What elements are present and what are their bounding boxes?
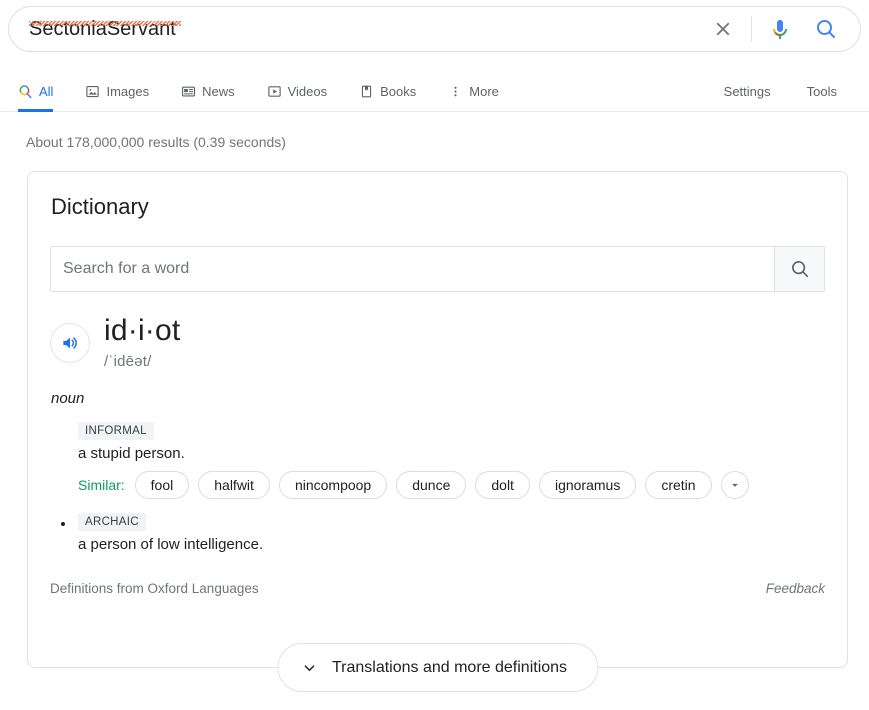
pronunciation-audio-button[interactable] (50, 323, 90, 363)
tab-books[interactable]: Books (343, 84, 432, 111)
search-bar[interactable]: SectoniaServant (8, 6, 861, 52)
definitions-source: Definitions from Oxford Languages (50, 581, 259, 596)
definition-item: INFORMAL a stupid person. Similar: fool … (50, 421, 825, 499)
search-nav-right: Settings Tools (710, 84, 851, 111)
similar-words-row: Similar: fool halfwit nincompoop dunce d… (78, 471, 825, 499)
dictionary-search-button[interactable] (774, 247, 824, 291)
similar-word-chip[interactable]: fool (134, 471, 190, 499)
book-icon (359, 84, 374, 99)
dictionary-card: Dictionary id·i·ot /ˈidēət/ noun INFORMA… (27, 171, 848, 692)
dictionary-title: Dictionary (51, 194, 149, 219)
more-vertical-icon (448, 84, 463, 99)
tab-books-label: Books (380, 84, 417, 99)
settings-button[interactable]: Settings (710, 84, 785, 99)
microphone-icon (773, 20, 787, 39)
similar-label: Similar: (78, 477, 125, 493)
dictionary-search-input[interactable] (51, 247, 774, 291)
news-icon (181, 84, 196, 99)
tab-news[interactable]: News (165, 84, 251, 111)
headword-row: id·i·ot /ˈidēət/ (50, 314, 825, 370)
headword-block: id·i·ot /ˈidēət/ (104, 314, 180, 370)
search-nav-bar: All Images News Videos Books More Settin… (0, 68, 869, 112)
search-icon (791, 261, 808, 278)
chevron-down-icon (304, 664, 314, 671)
dictionary-search[interactable] (50, 246, 825, 292)
google-search-icon (18, 84, 33, 99)
dictionary-footer: Definitions from Oxford Languages Feedba… (50, 581, 825, 596)
similar-word-chip[interactable]: cretin (645, 471, 712, 499)
search-bar-region: SectoniaServant (0, 0, 869, 52)
definition-item: ARCHAIC a person of low intelligence. (50, 512, 825, 553)
feedback-link[interactable]: Feedback (766, 581, 825, 596)
search-submit-button[interactable] (804, 7, 848, 51)
usage-label-badge: INFORMAL (78, 422, 154, 440)
result-stats: About 178,000,000 results (0.39 seconds) (26, 134, 286, 150)
show-more-similar-button[interactable] (720, 471, 749, 499)
speaker-icon (63, 337, 77, 349)
image-icon (85, 84, 100, 99)
phonetic-spelling: /ˈidēət/ (104, 353, 152, 370)
similar-word-chip[interactable]: ignoramus (538, 471, 637, 499)
tab-videos[interactable]: Videos (251, 84, 344, 111)
tab-news-label: News (202, 84, 235, 99)
headword: id·i·ot (104, 314, 181, 347)
clear-search-button[interactable] (701, 7, 745, 51)
search-input[interactable]: SectoniaServant (9, 18, 701, 40)
definition-list: INFORMAL a stupid person. Similar: fool … (50, 421, 825, 553)
close-icon (716, 22, 730, 36)
tab-all[interactable]: All (18, 84, 69, 112)
voice-search-button[interactable] (758, 7, 802, 51)
part-of-speech: noun (51, 390, 85, 407)
similar-word-chip[interactable]: dunce (396, 471, 467, 499)
definition-text: a person of low intelligence. (78, 536, 264, 553)
search-icon (817, 19, 835, 38)
usage-label-badge: ARCHAIC (78, 513, 146, 531)
similar-word-chip[interactable]: dolt (475, 471, 530, 499)
tab-images-label: Images (106, 84, 150, 99)
spellcheck-underline (29, 21, 181, 26)
tab-more-label: More (469, 84, 499, 99)
translations-expand-button[interactable]: Translations and more definitions (276, 643, 599, 692)
tab-videos-label: Videos (287, 84, 328, 99)
tab-more[interactable]: More (432, 84, 515, 111)
search-nav-tabs: All Images News Videos Books More (18, 84, 710, 112)
tools-button[interactable]: Tools (793, 84, 851, 99)
video-play-icon (267, 84, 282, 99)
search-bar-divider (751, 16, 752, 42)
chevron-down-icon (731, 483, 738, 487)
similar-word-chip[interactable]: halfwit (198, 471, 270, 499)
translations-expand-label: Translations and more definitions (331, 658, 568, 676)
similar-word-chip[interactable]: nincompoop (278, 471, 388, 499)
tab-images[interactable]: Images (69, 84, 165, 111)
tab-all-label: All (39, 84, 54, 99)
definition-text: a stupid person. (78, 445, 185, 462)
